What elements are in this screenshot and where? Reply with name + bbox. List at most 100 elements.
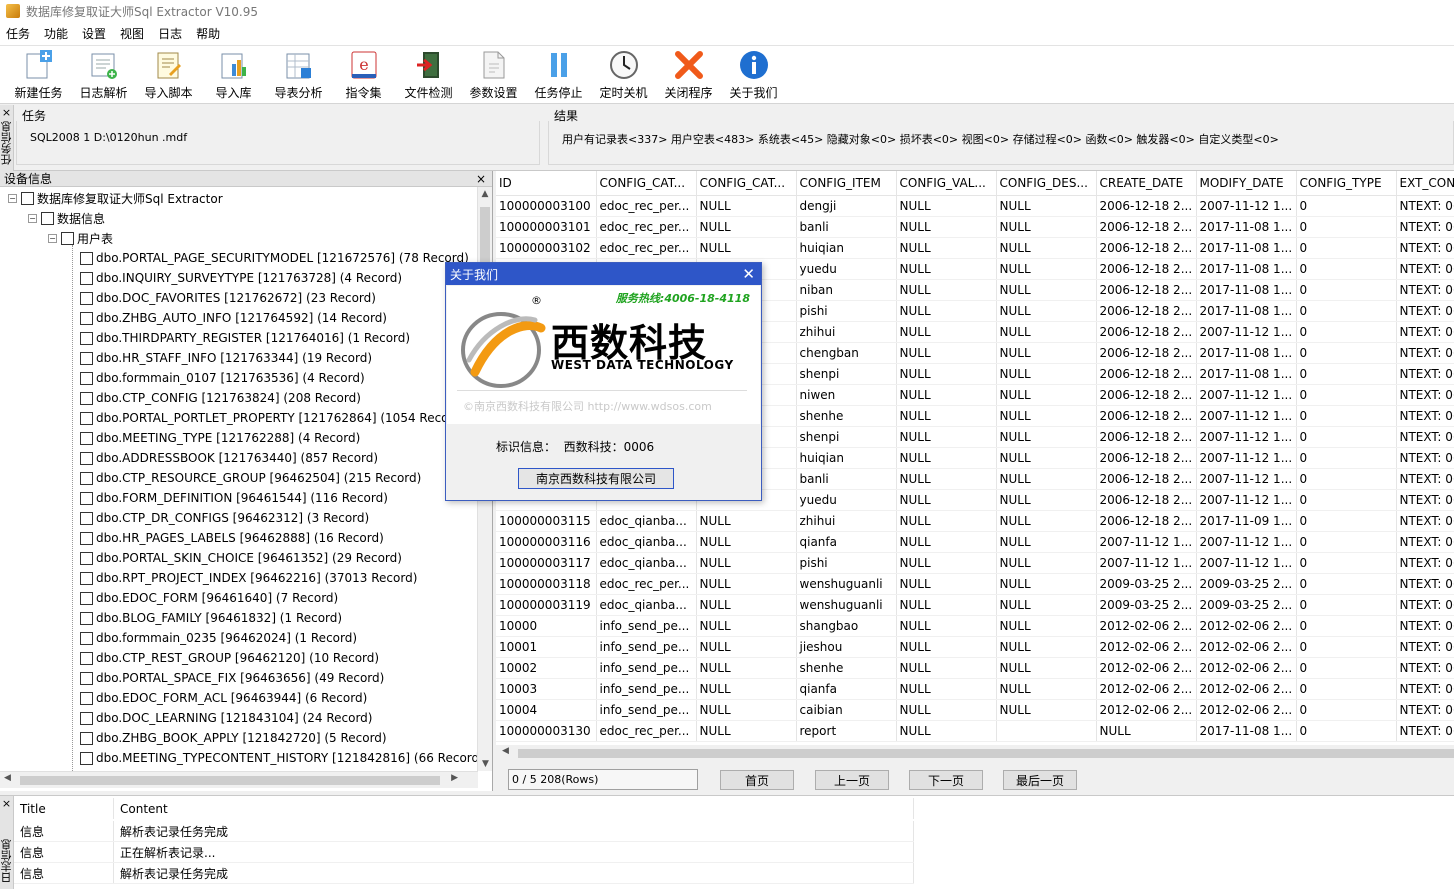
tree-node-table[interactable]: dbo.CTP_CONFIG [121763824] (208 Record): [80, 388, 361, 408]
table-row[interactable]: 10003 info_send_pe... NULL qianfa NULL NULL 20…: [496, 678, 1454, 700]
log-info-side-tab[interactable]: × 日志信息: [0, 796, 14, 889]
checkbox[interactable]: [80, 531, 93, 545]
tree-view[interactable]: − 数据库修复取证大师Sql Extractor − 数据信息 − 用户表 dbo.P…: [0, 187, 478, 771]
log-title-header[interactable]: Title: [14, 798, 114, 819]
checkbox[interactable]: [80, 331, 93, 345]
tree-node-root[interactable]: − 数据库修复取证大师Sql Extractor: [8, 188, 223, 208]
column-header[interactable]: CONFIG_CAT...: [696, 171, 797, 196]
tree-node-table[interactable]: dbo.HR_PAGES_LABELS [96462888] (16 Recor…: [80, 528, 384, 548]
checkbox[interactable]: [80, 251, 93, 265]
table-row[interactable]: 100000003115 edoc_qianba... NULL zhihui NULL…: [496, 510, 1454, 532]
settings-button[interactable]: 参数设置: [461, 46, 526, 103]
menu-log[interactable]: 日志: [158, 25, 182, 42]
table-row[interactable]: 100000003102 edoc_rec_per... NULL huiqian NU…: [496, 237, 1454, 259]
checkbox[interactable]: [80, 371, 93, 385]
scroll-up-icon[interactable]: ▲: [478, 189, 492, 199]
column-header[interactable]: ID: [496, 171, 597, 196]
tree-node-table[interactable]: dbo.CTP_REST_GROUP [96462120] (10 Record…: [80, 648, 379, 668]
column-header[interactable]: CONFIG_ITEM: [796, 171, 897, 196]
tree-node-table[interactable]: dbo.THIRDPARTY_REGISTER [121764016] (1 R…: [80, 328, 410, 348]
grid-horizontal-scrollbar[interactable]: ◀: [496, 745, 1454, 762]
menu-task[interactable]: 任务: [6, 25, 30, 42]
about-us-button[interactable]: 关于我们: [721, 46, 786, 103]
command-set-button[interactable]: e 指令集: [331, 46, 396, 103]
checkbox[interactable]: [80, 271, 93, 285]
last-page-button[interactable]: 最后一页: [1003, 770, 1077, 790]
table-row[interactable]: 100000003101 edoc_rec_per... NULL banli NULL…: [496, 216, 1454, 238]
checkbox[interactable]: [80, 471, 93, 485]
tree-node-table[interactable]: dbo.INQUIRY_SURVEYTYPE [121763728] (4 Re…: [80, 268, 402, 288]
collapse-icon[interactable]: −: [8, 193, 17, 203]
import-db-button[interactable]: 导入库: [201, 46, 266, 103]
log-row[interactable]: 信息 解析表记录任务完成: [14, 821, 914, 842]
tree-node-table[interactable]: dbo.MEETING_TYPE [121762288] (4 Record): [80, 428, 360, 448]
close-program-button[interactable]: 关闭程序: [656, 46, 721, 103]
prev-page-button[interactable]: 上一页: [815, 770, 889, 790]
checkbox[interactable]: [80, 311, 93, 325]
close-icon[interactable]: ×: [2, 798, 11, 809]
checkbox[interactable]: [80, 711, 93, 725]
checkbox[interactable]: [80, 391, 93, 405]
column-header[interactable]: CONFIG_DES...: [996, 171, 1097, 196]
checkbox[interactable]: [41, 211, 54, 225]
close-icon[interactable]: ×: [476, 172, 486, 186]
checkbox[interactable]: [80, 291, 93, 305]
checkbox[interactable]: [80, 571, 93, 585]
checkbox[interactable]: [80, 751, 93, 765]
tree-node-table[interactable]: dbo.ZHBG_BOOK_APPLY [121842720] (5 Recor…: [80, 728, 387, 748]
task-stop-button[interactable]: 任务停止: [526, 46, 591, 103]
tree-node-table[interactable]: dbo.CTP_DR_CONFIGS [96462312] (3 Record): [80, 508, 369, 528]
tree-node-table[interactable]: dbo.DOC_FAVORITES [121762672] (23 Record…: [80, 288, 376, 308]
table-analysis-button[interactable]: 导表分析: [266, 46, 331, 103]
checkbox[interactable]: [80, 451, 93, 465]
tree-node-table[interactable]: dbo.PORTAL_SPACE_FIX [96463656] (49 Reco…: [80, 668, 384, 688]
menu-help[interactable]: 帮助: [196, 25, 220, 42]
checkbox[interactable]: [80, 351, 93, 365]
tree-node-table[interactable]: dbo.RPT_PROJECT_INDEX [96462216] (37013 …: [80, 568, 417, 588]
table-row[interactable]: 100000003130 edoc_rec_per... NULL report NUL…: [496, 720, 1454, 742]
checkbox[interactable]: [80, 651, 93, 665]
table-row[interactable]: 100000003100 edoc_rec_per... NULL dengji NUL…: [496, 195, 1454, 217]
checkbox[interactable]: [80, 671, 93, 685]
checkbox[interactable]: [80, 691, 93, 705]
log-row[interactable]: 信息 正在解析表记录...: [14, 842, 914, 863]
scroll-down-icon[interactable]: ▼: [478, 759, 493, 769]
tree-node-table[interactable]: dbo.ZHBG_AUTO_INFO [121764592] (14 Recor…: [80, 308, 387, 328]
log-row[interactable]: 信息 解析表记录任务完成: [14, 863, 914, 884]
tree-node-table[interactable]: dbo.formmain_0235 [96462024] (1 Record): [80, 628, 357, 648]
tree-node-table[interactable]: dbo.HR_STAFF_INFO [121763344] (19 Record…: [80, 348, 372, 368]
checkbox[interactable]: [80, 511, 93, 525]
column-header[interactable]: CONFIG_VAL...: [896, 171, 997, 196]
tree-node-table[interactable]: dbo.PORTAL_PAGE_SECURITYMODEL [121672576…: [80, 248, 469, 268]
close-icon[interactable]: ✕: [742, 266, 755, 282]
task-info-side-tab[interactable]: × 任务信息: [0, 105, 14, 171]
tree-node-table[interactable]: dbo.MEETING_TYPECONTENT_HISTORY [1218428…: [80, 748, 478, 768]
tree-node-table[interactable]: dbo.CTP_RESOURCE_GROUP [96462504] (215 R…: [80, 468, 421, 488]
tree-node-table[interactable]: dbo.BLOG_FAMILY [96461832] (1 Record): [80, 608, 342, 628]
tree-node-table[interactable]: dbo.EDOC_FORM [96461640] (7 Record): [80, 588, 338, 608]
close-icon[interactable]: ×: [2, 107, 11, 118]
checkbox[interactable]: [80, 631, 93, 645]
column-header[interactable]: CONFIG_TYPE: [1296, 171, 1397, 196]
company-button[interactable]: 南京西数科技有限公司: [518, 468, 674, 489]
log-content-header[interactable]: Content: [114, 798, 914, 819]
new-task-button[interactable]: 新建任务: [6, 46, 71, 103]
scroll-thumb[interactable]: [518, 749, 1454, 758]
tree-node-table[interactable]: dbo.PORTAL_PORTLET_PROPERTY [121762864] …: [80, 408, 466, 428]
table-row[interactable]: 10004 info_send_pe... NULL caibian NULL NULL 2…: [496, 699, 1454, 721]
table-row[interactable]: 100000003116 edoc_qianba... NULL qianfa NULL…: [496, 531, 1454, 553]
tree-node-table[interactable]: dbo.formmain_0107 [121763536] (4 Record): [80, 368, 365, 388]
table-row[interactable]: 100000003119 edoc_qianba... NULL wenshuguan…: [496, 594, 1454, 616]
menu-view[interactable]: 视图: [120, 25, 144, 42]
next-page-button[interactable]: 下一页: [909, 770, 983, 790]
scroll-right-icon[interactable]: ▶: [451, 773, 458, 783]
checkbox[interactable]: [80, 411, 93, 425]
column-header[interactable]: CONFIG_CAT...: [596, 171, 697, 196]
menu-settings[interactable]: 设置: [82, 25, 106, 42]
column-header[interactable]: CREATE_DATE: [1096, 171, 1197, 196]
file-detect-button[interactable]: 文件检测: [396, 46, 461, 103]
tree-node-table[interactable]: dbo.FORM_DEFINITION [96461544] (116 Reco…: [80, 488, 388, 508]
scroll-left-icon[interactable]: ◀: [4, 773, 11, 783]
table-row[interactable]: 10000 info_send_pe... NULL shangbao NULL NULL…: [496, 615, 1454, 637]
column-header[interactable]: MODIFY_DATE: [1196, 171, 1297, 196]
